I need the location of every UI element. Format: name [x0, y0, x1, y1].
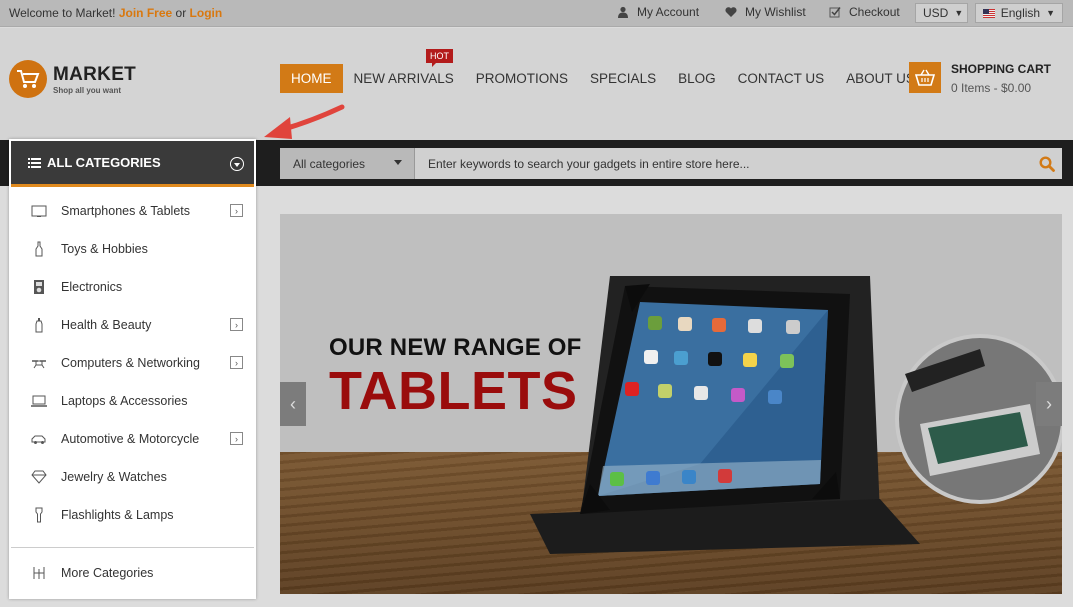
- all-categories-panel: ALL CATEGORIES Smartphones & Tablets › T…: [9, 139, 256, 599]
- heart-icon: [725, 7, 737, 17]
- currency-select[interactable]: USD ▼: [915, 3, 968, 23]
- my-wishlist-label: My Wishlist: [745, 5, 806, 19]
- my-account-link[interactable]: My Account: [617, 5, 699, 19]
- logo-title: MARKET: [53, 63, 137, 85]
- shopping-cart[interactable]: SHOPPING CART 0 Items - $0.00: [909, 62, 1051, 95]
- category-item[interactable]: Toys & Hobbies: [11, 230, 254, 268]
- chevron-right-icon[interactable]: ›: [230, 356, 243, 369]
- all-categories-header[interactable]: ALL CATEGORIES: [11, 141, 254, 187]
- slider-next-button[interactable]: ›: [1036, 382, 1062, 426]
- site-header: MARKET Shop all you want HOME NEW ARRIVA…: [0, 28, 1073, 140]
- search-category-value: All categories: [293, 157, 366, 171]
- all-categories-title: ALL CATEGORIES: [47, 155, 161, 170]
- bottle-icon: [29, 241, 49, 257]
- logo[interactable]: MARKET Shop all you want: [9, 60, 136, 98]
- search-form: All categories: [280, 148, 1062, 179]
- chevron-right-icon[interactable]: ›: [230, 204, 243, 217]
- nav-blog[interactable]: BLOG: [667, 64, 727, 93]
- cart-summary: 0 Items - $0.00: [951, 81, 1032, 95]
- chevron-down-icon: ▼: [1046, 8, 1055, 18]
- car-icon: [29, 431, 49, 447]
- search-category-select[interactable]: All categories: [280, 148, 415, 179]
- category-label: Jewelry & Watches: [61, 470, 167, 484]
- search-icon: [1039, 155, 1055, 172]
- nav-promotions[interactable]: PROMOTIONS: [465, 64, 579, 93]
- search-button[interactable]: [1032, 148, 1062, 179]
- currency-value: USD: [923, 6, 949, 20]
- search-input[interactable]: [415, 148, 1032, 179]
- category-label: Automotive & Motorcycle: [61, 432, 200, 446]
- checkbox-icon: [829, 7, 841, 18]
- category-item[interactable]: Laptops & Accessories: [11, 382, 254, 420]
- category-label: Toys & Hobbies: [61, 242, 148, 256]
- chevron-down-icon: ▼: [954, 8, 964, 18]
- caret-down-icon: [394, 160, 402, 165]
- category-label: Health & Beauty: [61, 318, 152, 332]
- my-wishlist-link[interactable]: My Wishlist: [725, 5, 806, 19]
- checkout-label: Checkout: [849, 5, 900, 19]
- nav-new-arrivals[interactable]: NEW ARRIVALS: [343, 64, 465, 93]
- category-item[interactable]: Electronics: [11, 268, 254, 306]
- nav-contact-us[interactable]: CONTACT US: [727, 64, 836, 93]
- dropdown-circle-icon[interactable]: [230, 157, 244, 171]
- checkout-link[interactable]: Checkout: [829, 5, 900, 19]
- slide-headline-small: OUR NEW RANGE OF: [329, 334, 582, 361]
- chevron-right-icon: ›: [1046, 393, 1052, 414]
- hero-slider: OUR NEW RANGE OF TABLETS ‹ ›: [280, 214, 1062, 594]
- welcome-message: Welcome to Market! Join Free or Login: [9, 6, 222, 20]
- language-select[interactable]: English ▼: [975, 3, 1063, 23]
- logo-tagline: Shop all you want: [53, 85, 122, 95]
- nav-specials[interactable]: SPECIALS: [579, 64, 667, 93]
- nav-home[interactable]: HOME: [280, 64, 343, 93]
- basket-icon: [909, 62, 941, 93]
- category-item[interactable]: Automotive & Motorcycle ›: [11, 420, 254, 458]
- more-categories-label: More Categories: [61, 565, 154, 580]
- chevron-left-icon: ‹: [290, 393, 296, 414]
- user-icon: [618, 6, 628, 18]
- welcome-text: Welcome to Market!: [9, 6, 116, 20]
- main-nav: HOME NEW ARRIVALS PROMOTIONS SPECIALS BL…: [280, 64, 926, 93]
- language-value: English: [1000, 6, 1041, 20]
- cart-logo-icon: [9, 60, 47, 98]
- category-item[interactable]: Smartphones & Tablets ›: [11, 192, 254, 230]
- category-label: Electronics: [61, 280, 123, 294]
- list-icon: [28, 158, 41, 168]
- chevron-right-icon[interactable]: ›: [230, 318, 243, 331]
- category-item[interactable]: Jewelry & Watches: [11, 458, 254, 496]
- hot-badge: HOT: [426, 49, 453, 67]
- drone-icon: [29, 355, 49, 371]
- category-item[interactable]: Flashlights & Lamps: [11, 496, 254, 534]
- join-free-link[interactable]: Join Free: [119, 6, 172, 20]
- perfume-icon: [29, 317, 49, 333]
- red-arrow-annotation: [264, 104, 345, 139]
- chevron-right-icon[interactable]: ›: [230, 432, 243, 445]
- my-account-label: My Account: [637, 5, 700, 19]
- category-label: Laptops & Accessories: [61, 394, 188, 408]
- category-list: Smartphones & Tablets › Toys & Hobbies E…: [11, 187, 254, 534]
- tablet-icon: [29, 203, 49, 219]
- ipod-icon: [29, 279, 49, 295]
- us-flag-icon: [983, 8, 995, 18]
- diamond-icon: [29, 469, 49, 485]
- category-label: Smartphones & Tablets: [61, 204, 191, 218]
- category-label: Flashlights & Lamps: [61, 508, 174, 522]
- login-link[interactable]: Login: [190, 6, 223, 20]
- slider-prev-button[interactable]: ‹: [280, 382, 306, 426]
- category-item[interactable]: Computers & Networking ›: [11, 344, 254, 382]
- laptop-icon: [29, 393, 49, 409]
- slide-headline-big: TABLETS: [329, 361, 578, 421]
- plus-box-icon: [29, 566, 49, 580]
- more-categories-link[interactable]: More Categories: [11, 547, 254, 597]
- category-item[interactable]: Health & Beauty ›: [11, 306, 254, 344]
- category-label: Computers & Networking: [61, 356, 200, 370]
- top-bar: Welcome to Market! Join Free or Login My…: [0, 0, 1073, 27]
- cart-title: SHOPPING CART: [951, 62, 1052, 76]
- or-text: or: [175, 6, 187, 20]
- flashlight-icon: [29, 507, 49, 523]
